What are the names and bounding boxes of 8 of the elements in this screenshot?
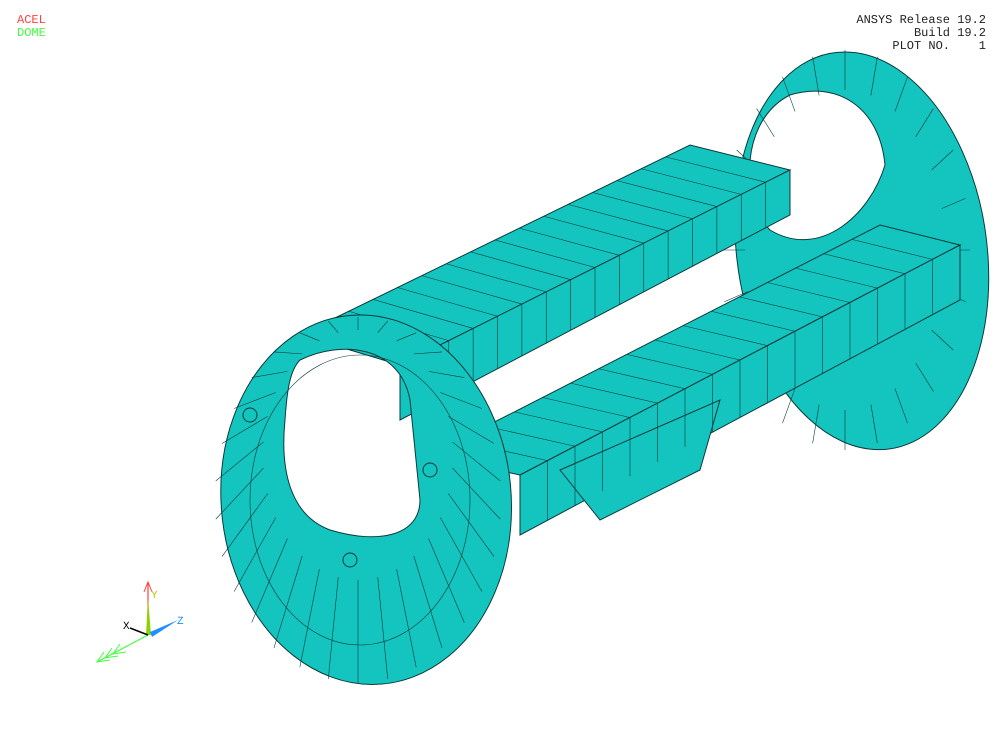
- plot-info-text: Build 19.2: [914, 27, 986, 40]
- axis-label: Z: [177, 616, 184, 628]
- legend-label: DOME: [17, 27, 46, 40]
- plot-info-text: ANSYS Release 19.2: [856, 14, 986, 27]
- axis-label: X: [123, 621, 130, 633]
- axis-label: Y: [151, 590, 158, 602]
- plot-info-text: PLOT NO. 1: [892, 40, 986, 53]
- legend-label: ACEL: [17, 14, 46, 27]
